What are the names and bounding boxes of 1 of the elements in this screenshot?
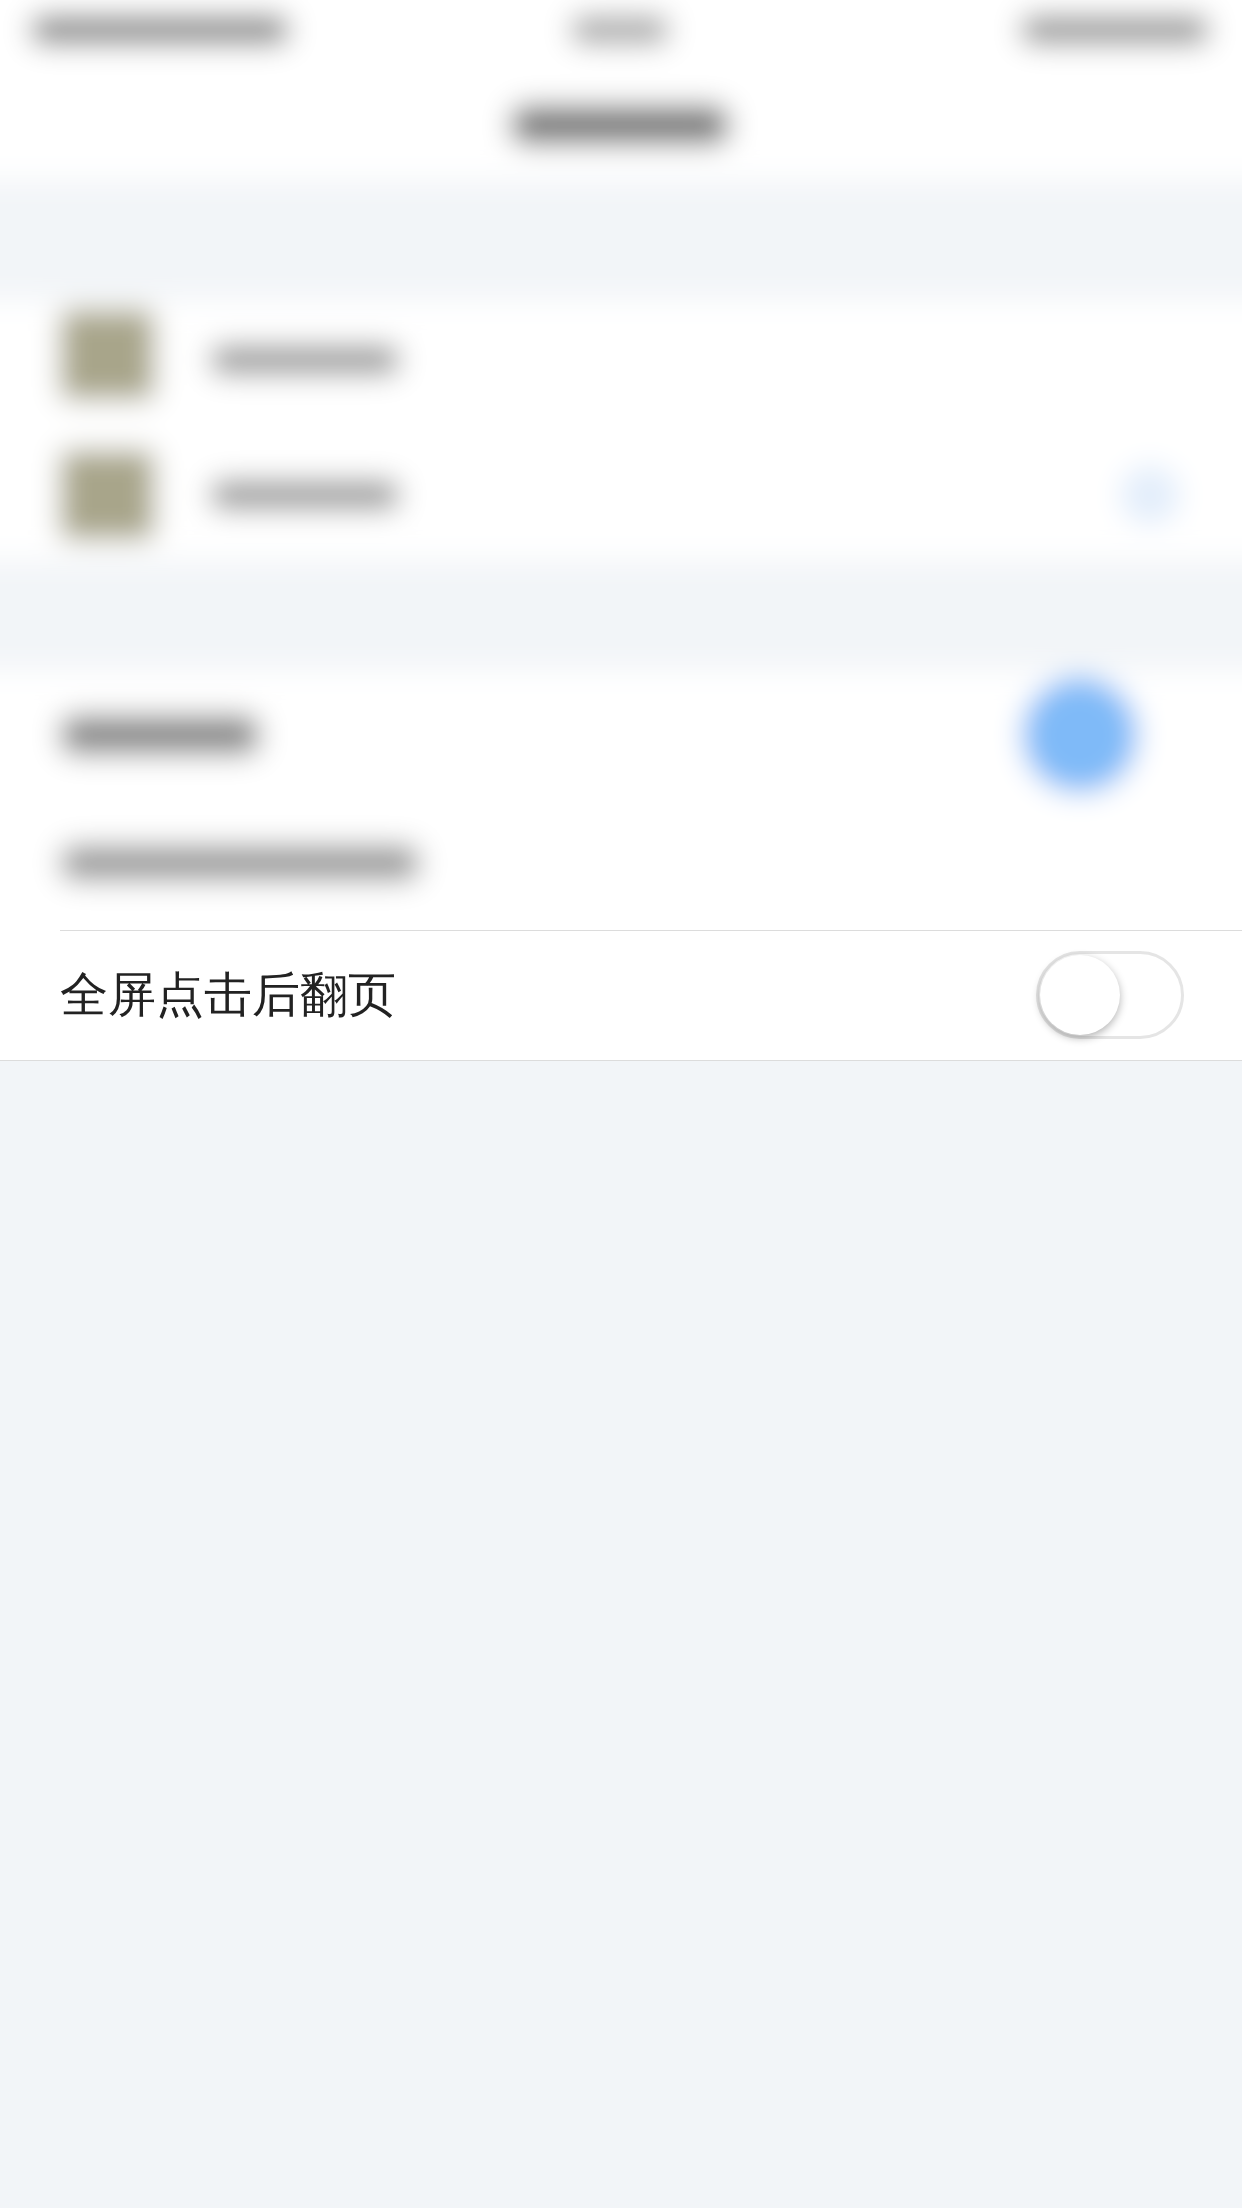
setting-label: 全屏点击后翻页 [60, 965, 396, 1024]
